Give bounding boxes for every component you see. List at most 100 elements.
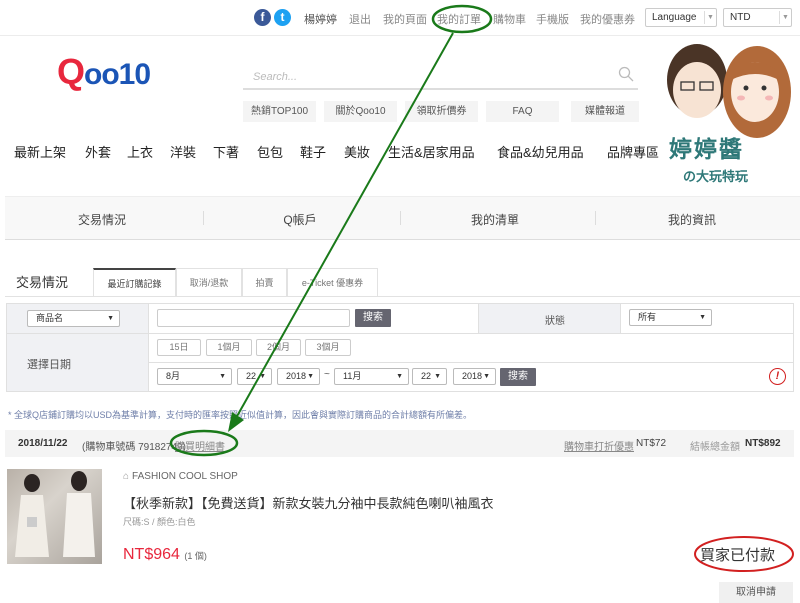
range-2-month-button[interactable]: 2個月 [256, 339, 301, 356]
to-month-value: 11月 [343, 371, 362, 381]
cart-discount-link[interactable]: 購物車打折優惠 [564, 438, 634, 453]
quick-link-coupons[interactable]: 領取折價券 [405, 101, 478, 122]
tab-transactions[interactable]: 交易情況 [7, 211, 197, 228]
my-orders-link[interactable]: 我的訂單 [437, 11, 481, 27]
search-input[interactable]: Search... [243, 64, 638, 90]
chevron-down-icon: ▼ [307, 373, 314, 380]
quick-link-faq[interactable]: FAQ [486, 101, 559, 122]
logout-link[interactable]: 退出 [349, 11, 371, 27]
tab-q-account[interactable]: Q帳戶 [205, 211, 395, 228]
purchase-detail-link[interactable]: 購買明細書 [175, 438, 225, 453]
to-year-select[interactable]: 2018 ▼ [453, 368, 496, 385]
product-title[interactable]: 【秋季新款】【免費送貨】新款女裝九分袖中長款純色喇叭袖風衣 [123, 493, 494, 512]
category-home[interactable]: 生活&居家用品 [388, 142, 475, 161]
status-select-value: 所有 [638, 312, 657, 322]
order-date: 2018/11/22 [18, 438, 68, 449]
facebook-icon[interactable]: f [254, 9, 271, 26]
to-year-value: 2018 [462, 371, 483, 381]
from-year-select[interactable]: 2018 ▼ [277, 368, 320, 385]
tab-divider [595, 211, 596, 225]
category-bags[interactable]: 包包 [257, 142, 283, 161]
order-status: 買家已付款 [700, 547, 776, 564]
logo-rest: oo10 [84, 58, 151, 91]
my-page-link[interactable]: 我的頁面 [383, 11, 427, 27]
top-bar: f t 楊婷婷 退出 我的頁面 我的訂單 購物車 手機版 我的優惠券 Langu… [0, 0, 800, 36]
qoo10-logo[interactable]: Qoo10 [57, 51, 151, 95]
chevron-down-icon: ▼ [779, 11, 791, 24]
category-beauty[interactable]: 美妝 [344, 142, 370, 161]
keyword-input[interactable] [157, 309, 350, 327]
keyword-search-button[interactable]: 搜索 [355, 309, 391, 327]
coat-photo-icon [15, 471, 95, 557]
from-month-value: 8月 [166, 371, 181, 381]
product-options: 尺碼:S / 顏色:白色 [123, 517, 196, 527]
date-range-separator: ~ [324, 369, 330, 380]
category-outerwear[interactable]: 外套 [85, 142, 111, 161]
category-shoes[interactable]: 鞋子 [300, 142, 326, 161]
twitter-icon[interactable]: t [274, 9, 291, 26]
logo-q: Q [57, 51, 85, 92]
quick-link-media[interactable]: 媒體報道 [571, 101, 639, 122]
range-3-month-button[interactable]: 3個月 [305, 339, 351, 356]
my-coupons-link[interactable]: 我的優惠券 [580, 11, 635, 27]
user-name-link[interactable]: 楊婷婷 [304, 11, 337, 27]
total-value: NT$892 [745, 438, 781, 449]
row-divider [149, 362, 793, 363]
cart-discount-value: NT$72 [636, 438, 667, 449]
chevron-down-icon: ▼ [396, 373, 403, 380]
category-new[interactable]: 最新上架 [14, 142, 66, 161]
range-15-days-button[interactable]: 15日 [157, 339, 201, 356]
chevron-down-icon: ▼ [219, 373, 226, 380]
cart-number: (購物車號碼 79182749) [82, 442, 186, 453]
shop-name[interactable]: ⌂ FASHION COOL SHOP [123, 471, 238, 482]
status-label: 狀態 [545, 316, 565, 327]
range-1-month-button[interactable]: 1個月 [206, 339, 252, 356]
category-tops[interactable]: 上衣 [127, 142, 153, 161]
subtab-underline [5, 296, 800, 297]
order-header: 2018/11/22 (購物車號碼 79182749) 購買明細書 購物車打折優… [5, 430, 794, 457]
chevron-down-icon: ▼ [699, 314, 706, 321]
total-label: 結帳總金額 [690, 442, 740, 453]
subtab-cancel-refund[interactable]: 取消/退款 [176, 268, 242, 296]
category-dresses[interactable]: 洋裝 [170, 142, 196, 161]
mobile-link[interactable]: 手機版 [536, 11, 569, 27]
cancel-request-button[interactable]: 取消申請 [719, 582, 793, 603]
quick-link-about[interactable]: 關於Qoo10 [324, 101, 397, 122]
from-day-select[interactable]: 22 ▼ [237, 368, 272, 385]
shop-home-icon: ⌂ [123, 471, 130, 482]
category-bottoms[interactable]: 下著 [213, 142, 239, 161]
status-select[interactable]: 所有 ▼ [629, 309, 712, 326]
chevron-down-icon: ▼ [704, 11, 716, 24]
tab-divider [203, 211, 204, 225]
row-divider [7, 333, 793, 334]
to-month-select[interactable]: 11月 ▼ [334, 368, 409, 385]
from-month-select[interactable]: 8月 ▼ [157, 368, 232, 385]
search-field-select[interactable]: 商品名 ▼ [27, 310, 120, 327]
tab-my-info[interactable]: 我的資訊 [597, 211, 787, 228]
currency-select[interactable]: NTD ▼ [723, 8, 792, 27]
product-price-group: NT$964 (1 個) [123, 546, 207, 564]
category-brands[interactable]: 品牌專區 [607, 142, 659, 161]
subtab-recent-orders[interactable]: 最近訂購記錄 [93, 268, 176, 296]
quick-link-top100[interactable]: 熱銷TOP100 [243, 101, 316, 122]
alert-icon[interactable]: ! [769, 368, 786, 385]
cart-link[interactable]: 購物車 [493, 11, 526, 27]
date-search-button[interactable]: 搜索 [500, 368, 536, 386]
section-title: 交易情況 [16, 275, 69, 290]
to-day-value: 22 [421, 371, 432, 381]
subtab-auction[interactable]: 拍賣 [242, 268, 287, 296]
to-day-select[interactable]: 22 ▼ [412, 368, 447, 385]
chevron-down-icon: ▼ [107, 315, 114, 322]
search-field-value: 商品名 [36, 313, 64, 323]
language-select-value: Language [652, 12, 697, 23]
subtab-eticket[interactable]: e-Ticket 優惠券 [287, 268, 378, 296]
currency-notice: * 全球Q店鋪訂購均以USD為基準計算，支付時的匯率按照近似值計算，因此會與實際… [8, 410, 473, 420]
search-icon[interactable] [618, 66, 634, 82]
chevron-down-icon: ▼ [483, 373, 490, 380]
tab-my-list[interactable]: 我的清單 [400, 211, 590, 228]
language-select[interactable]: Language ▼ [645, 8, 717, 27]
account-tabs: 交易情況 Q帳戶 我的清單 我的資訊 [5, 196, 800, 240]
product-thumbnail[interactable] [7, 469, 102, 564]
shop-name-text: FASHION COOL SHOP [132, 471, 238, 482]
category-food-baby[interactable]: 食品&幼兒用品 [497, 142, 584, 161]
